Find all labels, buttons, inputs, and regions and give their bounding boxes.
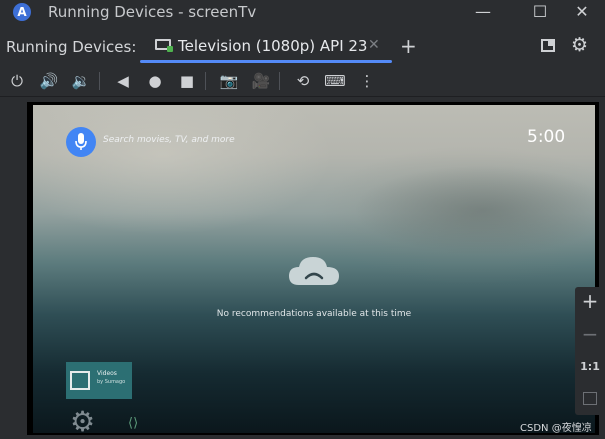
toolbar-separator — [99, 72, 100, 90]
device-display-area: Search movies, TV, and more 5:00 No reco… — [0, 97, 605, 439]
zoom-controls: + − 1:1 — [575, 287, 605, 415]
toolbar-separator — [279, 72, 280, 90]
sad-cloud-icon — [289, 257, 339, 285]
device-frame: Search movies, TV, and more 5:00 No reco… — [27, 102, 599, 435]
close-window-button[interactable]: ✕ — [559, 0, 605, 25]
tab-television[interactable]: Television (1080p) API 23 ✕ — [140, 30, 392, 63]
maximize-button[interactable]: ☐ — [517, 0, 563, 25]
back-icon[interactable]: ◀ — [109, 66, 137, 96]
search-hint[interactable]: Search movies, TV, and more — [103, 135, 235, 145]
tv-settings-icon[interactable]: ⚙ — [70, 408, 95, 434]
fit-screen-icon — [583, 392, 597, 405]
running-devices-label: Running Devices: — [6, 38, 137, 56]
more-icon[interactable]: ⋮ — [353, 66, 381, 96]
screen-record-icon[interactable]: 🎥 — [247, 66, 275, 96]
videos-card-title: Videos — [97, 370, 117, 377]
title-bar: A Running Devices - screenTv — ☐ ✕ — [0, 0, 605, 25]
tv-screen[interactable]: Search movies, TV, and more 5:00 No reco… — [33, 105, 595, 433]
add-device-button[interactable]: + — [400, 34, 417, 58]
screenshot-icon[interactable]: 📷 — [215, 66, 243, 96]
power-icon[interactable]: ⏻ — [3, 66, 31, 96]
device-toolbar: ⏻ 🔊 🔉 ◀ ● ■ 📷 🎥 ⟲ ⌨ ⋮ — [0, 66, 605, 97]
tab-close-icon[interactable]: ✕ — [368, 37, 380, 53]
home-icon[interactable]: ● — [141, 66, 169, 96]
zoom-out-button[interactable]: − — [575, 322, 605, 346]
settings-gear-icon[interactable]: ⚙ — [571, 34, 588, 56]
overview-icon[interactable]: ■ — [173, 66, 201, 96]
film-icon — [70, 371, 90, 390]
videos-card-subtitle: by Sumago — [97, 379, 126, 385]
videos-app-card[interactable]: Videos by Sumago — [66, 362, 132, 399]
actual-size-button[interactable]: 1:1 — [575, 360, 605, 373]
device-icon — [155, 39, 173, 52]
minimize-button[interactable]: — — [460, 0, 506, 25]
android-studio-logo: A — [13, 3, 31, 21]
snapshot-icon[interactable]: ⟲ — [289, 66, 317, 96]
keyboard-icon[interactable]: ⌨ — [321, 66, 349, 96]
volume-down-icon[interactable]: 🔉 — [67, 66, 95, 96]
toolbar-separator — [205, 72, 206, 90]
voice-search-button[interactable] — [66, 127, 96, 157]
restore-layout-icon[interactable] — [541, 39, 555, 52]
fit-screen-button[interactable] — [575, 390, 605, 405]
zoom-in-button[interactable]: + — [575, 289, 605, 313]
no-recommendations-text: No recommendations available at this tim… — [216, 309, 412, 319]
tab-title: Television (1080p) API 23 — [178, 37, 368, 55]
network-icon[interactable]: ⟨⟩ — [128, 416, 138, 431]
volume-up-icon[interactable]: 🔊 — [35, 66, 63, 96]
tv-clock: 5:00 — [527, 127, 566, 147]
watermark: CSDN @夜惶凉 — [520, 423, 592, 434]
devices-tab-bar: Running Devices: Television (1080p) API … — [0, 30, 605, 63]
window-title: Running Devices - screenTv — [48, 3, 257, 21]
microphone-icon — [75, 133, 87, 150]
background-ridge — [353, 165, 595, 255]
background-mist — [33, 105, 333, 235]
active-tab-indicator — [140, 60, 392, 63]
